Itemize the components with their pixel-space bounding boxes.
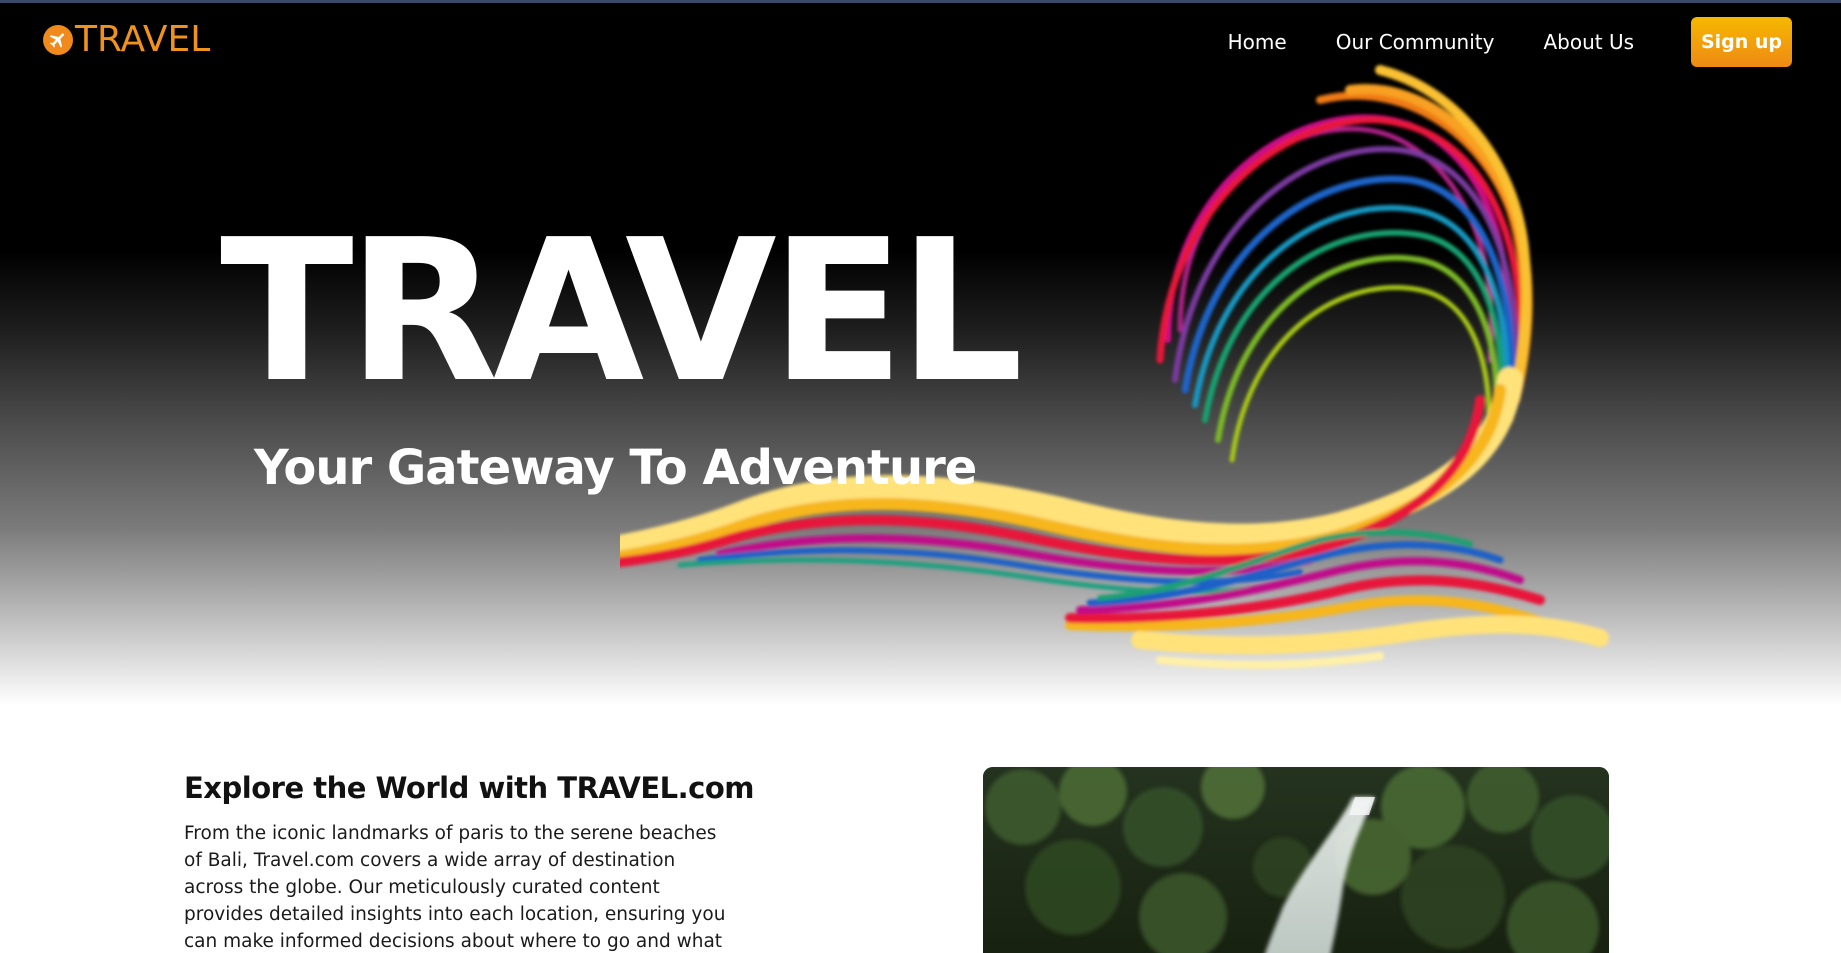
waterfall-photo — [983, 767, 1609, 953]
main-nav: Home Our Community About Us Sign up — [1228, 16, 1792, 68]
nav-link-our-community[interactable]: Our Community — [1336, 30, 1495, 54]
hero-title: TRAVEL — [220, 198, 1023, 426]
logo-text: TRAVEL — [75, 19, 211, 60]
window-top-edge — [0, 0, 1841, 3]
nav-link-about-us[interactable]: About Us — [1543, 30, 1634, 54]
hero-section: TRAVEL Your Gateway To Adventure TRAVEL … — [0, 0, 1841, 705]
hero-subtitle: Your Gateway To Adventure — [254, 440, 977, 496]
signup-button[interactable]: Sign up — [1691, 17, 1792, 67]
airplane-icon — [43, 25, 73, 55]
section-heading: Explore the World with TRAVEL.com — [184, 771, 754, 805]
section-body-text: From the iconic landmarks of paris to th… — [184, 823, 726, 952]
brand-logo[interactable]: TRAVEL — [43, 18, 210, 62]
nav-link-home[interactable]: Home — [1228, 30, 1287, 54]
